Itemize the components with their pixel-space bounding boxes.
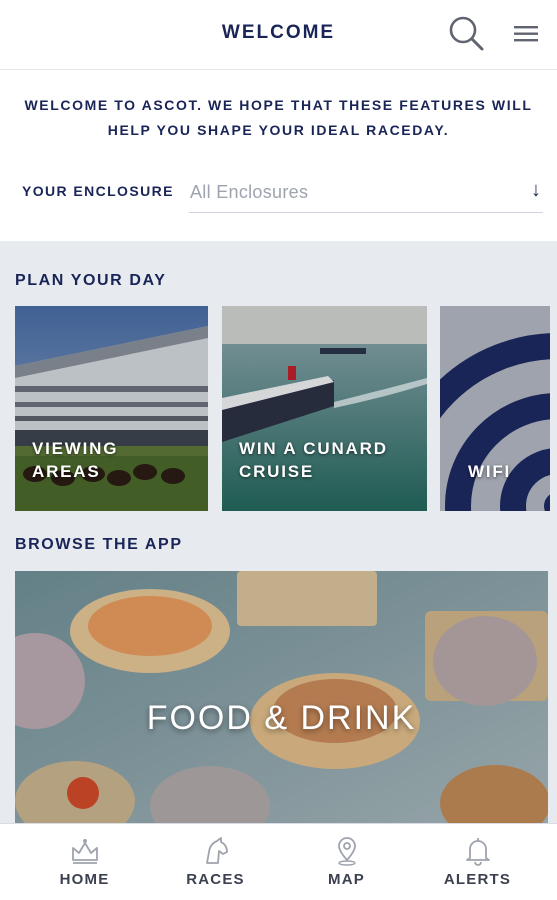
- hamburger-menu-icon: [514, 26, 538, 42]
- arrow-down-icon: ↓: [531, 179, 541, 201]
- card-label: WIN A CUNARD CRUISE: [239, 439, 388, 481]
- viewing-areas-card[interactable]: VIEWING AREAS: [15, 306, 208, 511]
- nav-item-races[interactable]: RACES: [146, 824, 285, 900]
- food-platter-image: [15, 571, 548, 823]
- crown-icon: [71, 839, 98, 864]
- card-label: VIEWING AREAS: [32, 439, 119, 481]
- nav-item-alerts[interactable]: ALERTS: [408, 824, 547, 900]
- food-and-drink-tile[interactable]: FOOD & DRINK: [15, 571, 548, 823]
- enclosure-selected-value: All Enclosures: [190, 182, 309, 202]
- plan-your-day-heading: PLAN YOUR DAY: [15, 272, 167, 289]
- map-pin-icon: [337, 837, 356, 866]
- search-button[interactable]: [446, 13, 486, 53]
- nav-label: MAP: [328, 871, 365, 888]
- nav-label: RACES: [186, 871, 245, 888]
- feature-label: FOOD & DRINK: [146, 699, 417, 737]
- horse-head-icon: [205, 837, 228, 864]
- intro-section: WELCOME TO ASCOT. WE HOPE THAT THESE FEA…: [0, 71, 557, 241]
- app-header: WELCOME: [0, 0, 557, 70]
- card-label: WIFI: [468, 462, 512, 481]
- enclosure-label: YOUR ENCLOSURE: [22, 183, 174, 199]
- nav-label: ALERTS: [443, 871, 512, 888]
- search-icon: [449, 16, 484, 51]
- nav-label: HOME: [59, 871, 110, 888]
- bell-icon: [465, 838, 490, 866]
- cunard-cruise-card[interactable]: WIN A CUNARD CRUISE: [222, 306, 427, 511]
- wifi-card[interactable]: WIFI: [440, 306, 550, 511]
- nav-item-home[interactable]: HOME: [15, 824, 154, 900]
- nav-item-map[interactable]: MAP: [277, 824, 416, 900]
- browse-the-app-heading: BROWSE THE APP: [15, 536, 183, 553]
- bottom-navigation: HOME RACES MAP ALERTS: [0, 823, 557, 900]
- enclosure-dropdown[interactable]: All Enclosures ↓: [189, 175, 543, 213]
- content-area: PLAN YOUR DAY VIEWING AREAS WIN A CUNARD…: [0, 241, 557, 823]
- intro-text: WELCOME TO ASCOT. WE HOPE THAT THESE FEA…: [24, 97, 533, 138]
- menu-button[interactable]: [512, 20, 540, 48]
